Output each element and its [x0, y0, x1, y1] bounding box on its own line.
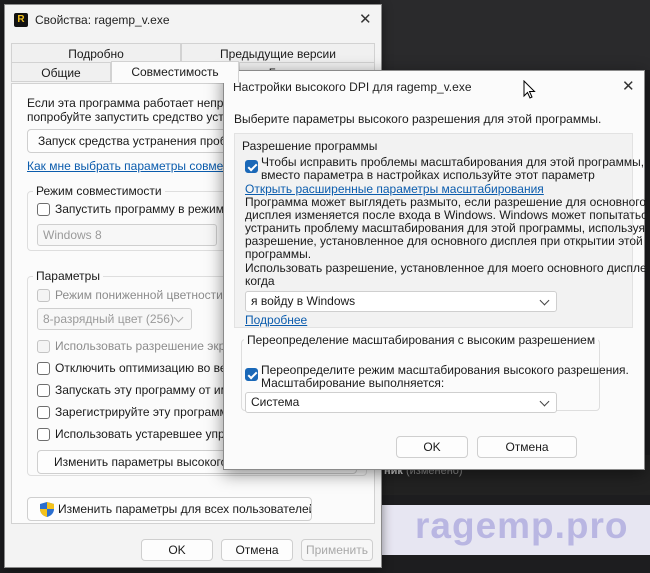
- legacy-icc-checkbox[interactable]: [37, 428, 50, 441]
- tab-general[interactable]: Общие: [11, 62, 111, 82]
- scaling-mode-select[interactable]: Система: [245, 392, 557, 413]
- high-dpi-dialog: Настройки высокого DPI для ragemp_v.exe …: [223, 70, 650, 470]
- compat-mode-legend: Режим совместимости: [33, 184, 165, 198]
- dpi-title: Настройки высокого DPI для ragemp_v.exe: [233, 80, 472, 94]
- close-icon[interactable]: ✕: [359, 12, 372, 27]
- uac-shield-icon: [40, 502, 54, 517]
- watermark-text: ragemp.pro: [415, 505, 629, 546]
- ok-button[interactable]: OK: [141, 539, 213, 561]
- background-app-area: [380, 0, 650, 70]
- dpi-timing-select[interactable]: я войду в Windows: [245, 291, 557, 312]
- cancel-button[interactable]: Отмена: [221, 539, 293, 561]
- compat-mode-checkbox[interactable]: [37, 203, 50, 216]
- chevron-down-icon: [173, 312, 184, 323]
- apply-button: Применить: [301, 539, 373, 561]
- mouse-cursor-icon: [523, 80, 536, 99]
- run-as-admin-checkbox[interactable]: [37, 384, 50, 397]
- use-dpi-line2: когда: [245, 274, 275, 288]
- disable-fullscreen-checkbox[interactable]: [37, 362, 50, 375]
- reduced-color-label: Режим пониженной цветности: [55, 288, 223, 302]
- color-depth-select: 8-разрядный цвет (256): [37, 308, 192, 330]
- learn-more-link[interactable]: Подробнее: [245, 313, 307, 327]
- properties-titlebar[interactable]: R Свойства: ragemp_v.exe ✕: [5, 5, 381, 35]
- program-dpi-checkbox-line2: вместо параметра в настройках используйт…: [261, 168, 595, 182]
- dpi-ok-button[interactable]: OK: [396, 436, 468, 458]
- all-users-label: Изменить параметры для всех пользователе…: [58, 502, 312, 516]
- settings-legend: Параметры: [33, 269, 103, 283]
- register-restart-checkbox[interactable]: [37, 406, 50, 419]
- reduced-color-checkbox: [37, 289, 50, 302]
- chevron-down-icon: [539, 396, 550, 407]
- app-icon: R: [14, 13, 28, 27]
- dpi-close-icon[interactable]: ✕: [622, 79, 635, 94]
- program-dpi-legend: Разрешение программы: [242, 139, 378, 153]
- chevron-down-icon: [539, 295, 550, 306]
- compat-os-select: Windows 8: [37, 224, 217, 246]
- override-legend: Переопределение масштабирования с высоки…: [244, 333, 599, 347]
- low-res-checkbox: [37, 340, 50, 353]
- program-dpi-checkbox[interactable]: [245, 160, 258, 173]
- use-dpi-line1: Использовать разрешение, установленное д…: [245, 261, 650, 275]
- advanced-scaling-link[interactable]: Открыть расширенные параметры масштабиро…: [245, 182, 544, 196]
- dpi-subtitle: Выберите параметры высокого разрешения д…: [234, 112, 602, 126]
- tab-details[interactable]: Подробно: [11, 43, 181, 63]
- tab-compatibility[interactable]: Совместимость: [111, 61, 239, 83]
- all-users-button[interactable]: Изменить параметры для всех пользователе…: [27, 497, 312, 521]
- override-checkbox-line2: Масштабирование выполняется:: [261, 376, 445, 390]
- dpi-cancel-button[interactable]: Отмена: [477, 436, 577, 458]
- override-checkbox[interactable]: [245, 368, 258, 381]
- tab-previous-versions[interactable]: Предыдущие версии: [181, 43, 375, 63]
- program-dpi-panel: Разрешение программы Чтобы исправить про…: [234, 133, 650, 328]
- desc-line-5: программы.: [245, 247, 312, 261]
- properties-title: Свойства: ragemp_v.exe: [35, 13, 170, 27]
- dpi-titlebar[interactable]: Настройки высокого DPI для ragemp_v.exe …: [224, 71, 644, 102]
